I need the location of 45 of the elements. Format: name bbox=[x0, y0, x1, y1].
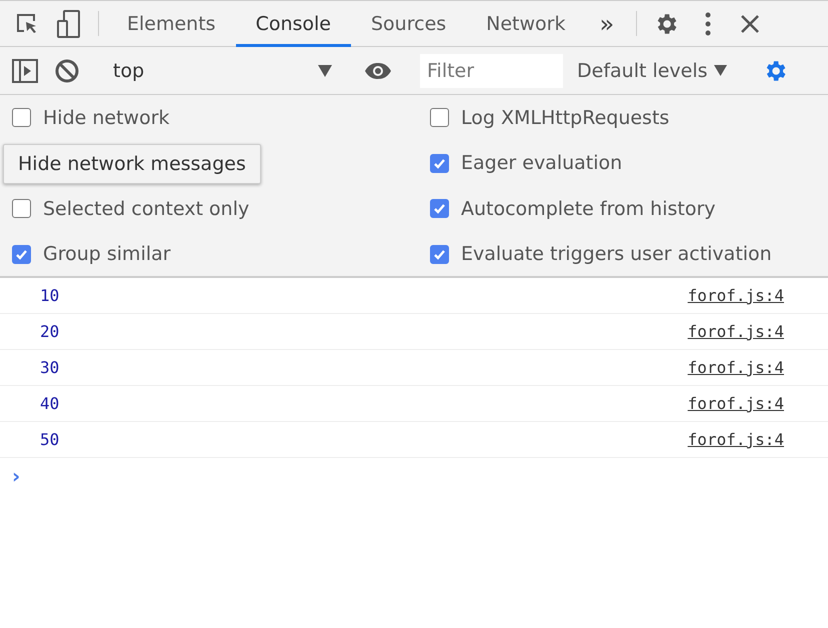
checkbox[interactable] bbox=[430, 108, 449, 128]
option-label: Hide network bbox=[43, 106, 170, 129]
more-tabs-button[interactable]: » bbox=[586, 1, 628, 46]
option-label: Eager evaluation bbox=[461, 152, 622, 174]
device-icon[interactable] bbox=[57, 10, 81, 38]
tab[interactable]: Elements bbox=[107, 1, 236, 47]
option-label: Evaluate triggers user activation bbox=[461, 243, 772, 266]
checkbox[interactable] bbox=[12, 199, 31, 218]
log-value: 40 bbox=[40, 394, 60, 413]
more-options-icon[interactable] bbox=[705, 12, 712, 36]
tab[interactable]: Sources bbox=[351, 1, 466, 47]
dropdown-arrow-icon bbox=[714, 65, 727, 76]
option-label: Group similar bbox=[43, 243, 171, 266]
close-icon[interactable] bbox=[740, 14, 760, 34]
log-value: 50 bbox=[40, 430, 60, 449]
filter-field[interactable]: Filter bbox=[420, 54, 563, 88]
checkbox[interactable] bbox=[430, 199, 449, 218]
context-selector[interactable]: top bbox=[105, 60, 340, 82]
option-label: Autocomplete from history bbox=[461, 198, 716, 220]
dropdown-arrow-icon bbox=[318, 64, 332, 76]
checkbox[interactable] bbox=[430, 154, 449, 173]
log-value: 30 bbox=[40, 358, 60, 377]
sidebar-icon[interactable] bbox=[12, 58, 38, 82]
levels-dropdown[interactable]: Default levels bbox=[563, 60, 737, 82]
check-icon bbox=[15, 248, 28, 261]
source-link[interactable]: forof.js:4 bbox=[688, 322, 784, 341]
checkbox[interactable] bbox=[12, 244, 31, 264]
log-value: 10 bbox=[40, 286, 60, 305]
tooltip: Hide network messages bbox=[3, 144, 261, 184]
check-icon bbox=[433, 156, 446, 170]
checkbox[interactable] bbox=[12, 108, 31, 128]
eye-icon[interactable] bbox=[364, 62, 392, 80]
check-icon bbox=[433, 202, 446, 216]
source-link[interactable]: forof.js:4 bbox=[688, 358, 784, 377]
source-link[interactable]: forof.js:4 bbox=[688, 394, 784, 413]
log-value: 20 bbox=[40, 322, 60, 341]
console-prompt[interactable]: › bbox=[0, 458, 828, 494]
tab[interactable]: Network bbox=[466, 1, 586, 47]
clear-icon[interactable] bbox=[55, 58, 79, 82]
source-link[interactable]: forof.js:4 bbox=[688, 430, 784, 449]
option-label: Selected context only bbox=[43, 198, 250, 220]
check-icon bbox=[433, 248, 446, 261]
checkbox[interactable] bbox=[430, 244, 449, 264]
option-label: Log XMLHttpRequests bbox=[461, 106, 670, 129]
source-link[interactable]: forof.js:4 bbox=[688, 286, 784, 305]
